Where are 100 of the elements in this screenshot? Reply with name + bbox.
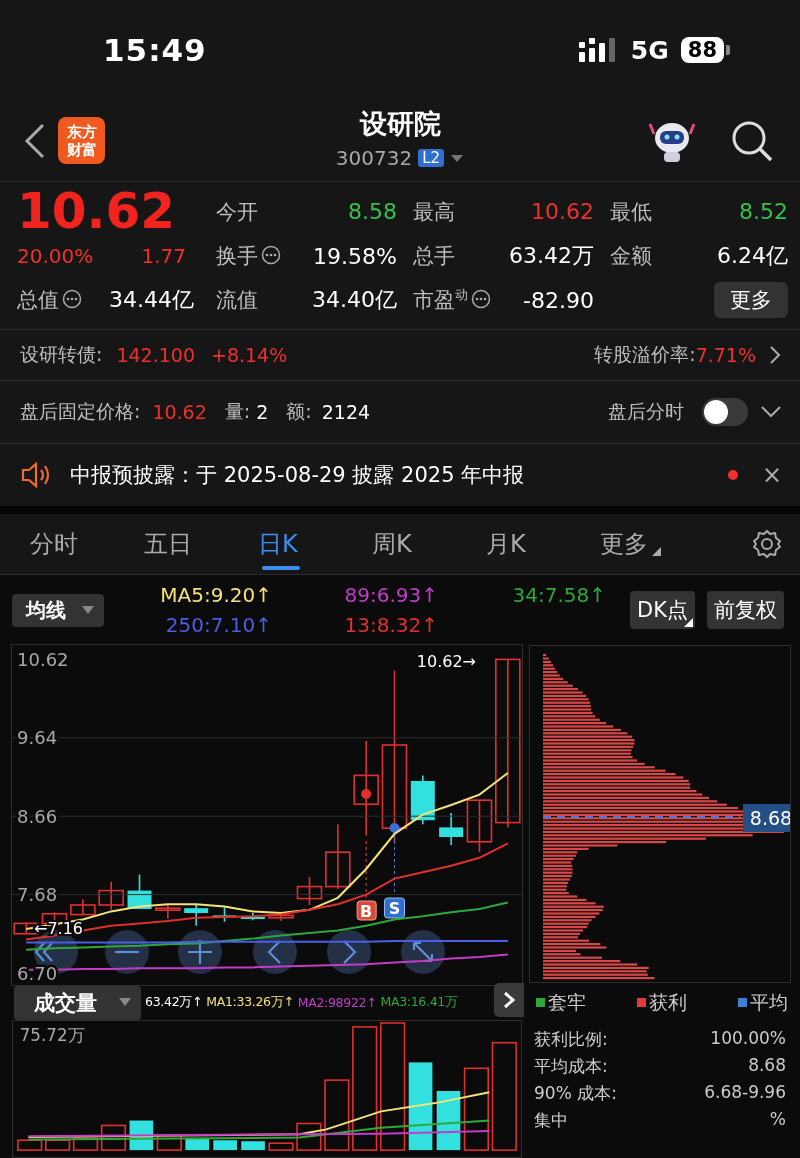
volume-max-label: 75.72万 — [19, 1024, 85, 1045]
moving-average-value: 250:7.10↑ — [165, 613, 272, 637]
signal-dot — [389, 823, 400, 833]
bond-change: +8.14% — [211, 344, 288, 366]
after-hours-chart-label: 盘后分时 — [608, 399, 684, 424]
candlestick — [410, 774, 435, 825]
corner-triangle-icon — [652, 546, 661, 556]
price-label: 8.66 — [17, 805, 58, 827]
signal-dot — [361, 789, 372, 799]
change-percent: 20.00% — [17, 244, 94, 268]
field-value: 10.62 — [531, 199, 594, 224]
candlestick — [439, 812, 464, 846]
sell-marker: S — [384, 897, 405, 919]
period-tab[interactable]: 月K — [486, 514, 600, 574]
bond-price: 142.100 — [116, 344, 195, 366]
volume-bar — [268, 1142, 294, 1151]
settings-icon[interactable] — [752, 529, 782, 559]
chevron-down-icon[interactable] — [760, 405, 782, 419]
toggle-switch[interactable] — [702, 398, 748, 426]
average-cost-label: 8.68 — [743, 804, 791, 832]
volume-bar — [17, 1139, 43, 1151]
status-time: 15:49 — [103, 32, 207, 68]
dropdown-triangle-icon — [82, 605, 94, 615]
period-tab[interactable]: 周K — [372, 514, 486, 574]
level-badge: L2 — [418, 149, 445, 167]
volume-bar — [324, 1079, 350, 1151]
scroll-left-button[interactable] — [253, 930, 297, 974]
chevron-right-icon — [503, 990, 515, 1009]
volume-bar — [296, 1122, 322, 1151]
field-label: 最高 — [413, 198, 455, 226]
more-button[interactable]: 更多 — [714, 282, 788, 318]
candlestick — [296, 876, 323, 906]
moving-average-value: 13:8.32↑ — [344, 613, 438, 637]
candlestick — [127, 873, 152, 910]
field-label: 总值 — [17, 287, 59, 314]
more-info-icon[interactable] — [471, 289, 491, 309]
period-tab[interactable]: 日K — [258, 514, 372, 574]
more-info-icon[interactable] — [261, 245, 281, 265]
candlestick — [240, 912, 265, 921]
zoom-out-button[interactable] — [105, 930, 149, 974]
candlestick — [212, 906, 237, 923]
more-info-icon[interactable] — [62, 289, 82, 309]
amount-value: 2124 — [321, 401, 371, 423]
field-value: 6.24亿 — [717, 242, 788, 270]
stat-value: % — [769, 1109, 786, 1131]
legend-label: 获利 — [649, 989, 687, 1015]
volume-bar — [241, 1141, 265, 1151]
volume-average-value: MA1:33.26万↑ — [206, 994, 294, 1011]
buy-marker: B — [356, 900, 377, 921]
indicator-dropdown[interactable]: 成交量 — [14, 985, 141, 1020]
after-hours-price: 10.62 — [152, 401, 207, 423]
back-icon[interactable] — [24, 122, 46, 159]
period-tab[interactable]: 分时 — [30, 514, 144, 574]
moving-average-value: MA5:9.20↑ — [160, 583, 272, 607]
speaker-icon — [20, 461, 52, 489]
scroll-right-button[interactable] — [327, 930, 371, 974]
volume-average-value: 63.42万↑ — [145, 994, 203, 1011]
volume-value: 2 — [256, 401, 269, 423]
after-hours-label: 盘后固定价格: — [20, 399, 141, 424]
candlestick — [155, 904, 181, 920]
stat-label: 获利比例: — [534, 1028, 608, 1051]
next-button[interactable] — [494, 982, 524, 1017]
price-label: 7.68 — [17, 884, 58, 906]
dropdown-triangle-icon — [119, 998, 131, 1007]
field-label: 总手 — [413, 243, 455, 270]
price-adjust-button[interactable]: 前复权 — [706, 591, 784, 629]
period-tab[interactable]: 更多 — [600, 514, 714, 574]
stat-value: 100.00% — [710, 1028, 786, 1050]
field-label: 今开 — [216, 198, 258, 226]
legend-label: 套牢 — [548, 989, 586, 1015]
candlestick — [466, 799, 493, 853]
chevron-right-icon[interactable] — [768, 345, 782, 365]
stat-label: 平均成本: — [534, 1055, 608, 1078]
volume-bar — [436, 1090, 461, 1151]
premium-label: 转股溢价率: — [594, 342, 696, 367]
leader-line — [394, 834, 395, 894]
indicator-dropdown[interactable]: 均线 — [12, 593, 104, 627]
moving-average-value: 89:6.93↑ — [344, 583, 438, 607]
premium-value: 7.71% — [695, 344, 756, 366]
fullscreen-button[interactable] — [401, 930, 445, 974]
field-value: 34.40亿 — [312, 286, 397, 314]
stock-code: 300732 — [335, 146, 413, 170]
last-price: 10.62 — [17, 188, 177, 235]
candlestick — [325, 823, 351, 890]
stat-label: 90% 成本: — [534, 1082, 617, 1105]
volume-bar — [45, 1139, 71, 1151]
stat-label: 集中 — [534, 1109, 568, 1132]
notice-text[interactable]: 中报预披露：于 2025-08-29 披露 2025 年中报 — [70, 461, 525, 489]
change-amount: 1.77 — [141, 244, 186, 268]
close-button[interactable]: × — [761, 461, 782, 489]
candlestick — [184, 904, 209, 927]
caret-icon[interactable] — [450, 153, 465, 163]
signal-icon — [578, 38, 617, 62]
dk-point-button[interactable]: DK点 — [630, 591, 695, 629]
candlestick — [268, 914, 294, 922]
volume-bar — [156, 1134, 182, 1151]
zoom-in-button[interactable] — [178, 930, 222, 974]
field-label: 金额 — [610, 243, 652, 270]
field-value: -82.90 — [523, 287, 594, 313]
period-tab[interactable]: 五日 — [144, 514, 258, 574]
